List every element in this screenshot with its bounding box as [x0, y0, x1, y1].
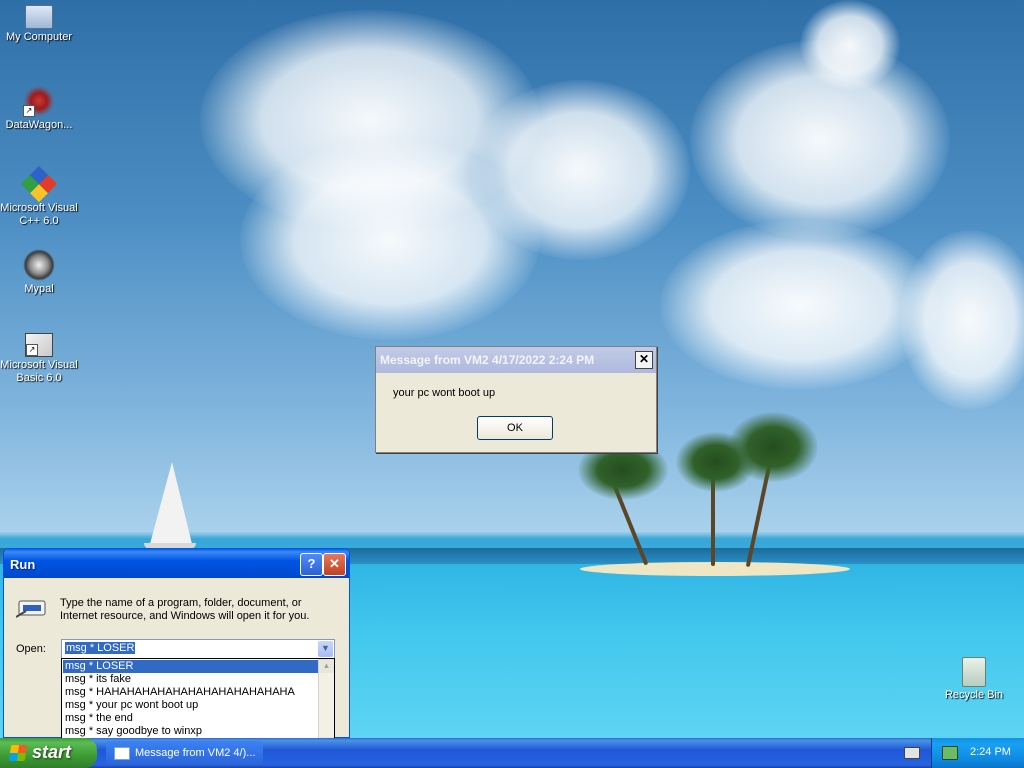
web-icon: ↗ — [23, 85, 55, 117]
open-combobox[interactable]: msg * LOSER ▼ — [61, 639, 335, 659]
desktop-icon-recycle-bin[interactable]: Recycle Bin — [935, 657, 1013, 702]
list-item[interactable]: msg * the end — [63, 712, 320, 725]
visual-basic-icon: ↗ — [25, 333, 53, 357]
clock[interactable]: 2:24 PM — [970, 746, 1011, 758]
mypal-icon — [23, 249, 55, 281]
message-dialog-titlebar[interactable]: Message from VM2 4/17/2022 2:24 PM ✕ — [376, 347, 656, 373]
desktop-icon-datawagon[interactable]: ↗ DataWagon... — [0, 85, 78, 132]
taskbar: start Message from VM2 4/)... 2:24 PM — [0, 738, 1024, 768]
open-input-value[interactable]: msg * LOSER — [65, 642, 136, 654]
windows-logo-icon — [8, 745, 28, 761]
system-tray: 2:24 PM — [931, 738, 1024, 768]
run-icon — [16, 600, 46, 618]
run-dialog-title: Run — [10, 557, 36, 572]
close-button[interactable]: ✕ — [635, 351, 653, 369]
taskbar-button-message[interactable]: Message from VM2 4/)... — [106, 741, 263, 765]
chevron-down-icon[interactable]: ▼ — [318, 641, 333, 657]
shortcut-arrow-icon: ↗ — [23, 105, 35, 117]
list-item[interactable]: msg * say goodbye to winxp — [63, 725, 320, 738]
visual-cpp-icon — [20, 165, 58, 203]
keyboard-icon[interactable] — [904, 747, 920, 759]
run-dialog: Run ? ✕ Type the name of a program, fold… — [3, 548, 350, 752]
message-text: your pc wont boot up — [393, 387, 496, 399]
desktop-icon-my-computer[interactable]: My Computer — [0, 5, 78, 44]
shortcut-arrow-icon: ↗ — [26, 344, 38, 356]
start-button[interactable]: start — [0, 738, 97, 768]
desktop-icon-visual-basic[interactable]: ↗ Microsoft Visual Basic 6.0 — [0, 333, 78, 385]
message-dialog-title: Message from VM2 4/17/2022 2:24 PM — [380, 353, 595, 367]
help-button[interactable]: ? — [300, 553, 323, 576]
close-button[interactable]: ✕ — [323, 553, 346, 576]
list-item[interactable]: msg * LOSER — [63, 660, 320, 673]
run-description: Type the name of a program, folder, docu… — [60, 597, 310, 622]
desktop-icon-visual-cpp[interactable]: Microsoft Visual C++ 6.0 — [0, 165, 78, 228]
desktop-icon-label: Mypal — [24, 283, 54, 295]
desktop-icon-label: Microsoft Visual Basic 6.0 — [0, 359, 78, 384]
desktop-icon-label: Recycle Bin — [944, 689, 1004, 701]
run-dialog-titlebar[interactable]: Run ? ✕ — [4, 549, 349, 578]
list-item[interactable]: msg * your pc wont boot up — [63, 699, 320, 712]
start-label: start — [32, 742, 72, 762]
computer-icon — [25, 5, 53, 29]
taskbar-button-label: Message from VM2 4/)... — [135, 747, 256, 759]
list-item[interactable]: msg * its fake — [63, 673, 320, 686]
window-icon — [114, 747, 130, 760]
network-icon[interactable] — [942, 746, 958, 760]
message-dialog: Message from VM2 4/17/2022 2:24 PM ✕ you… — [375, 346, 657, 453]
desktop-icon-label: Microsoft Visual C++ 6.0 — [0, 202, 78, 227]
desktop-icon-label: DataWagon... — [5, 119, 73, 131]
desktop-icon-label: My Computer — [5, 31, 73, 43]
recycle-bin-icon — [962, 657, 986, 687]
desktop-icon-mypal[interactable]: Mypal — [0, 249, 78, 296]
list-item[interactable]: msg * HAHAHAHAHAHAHAHAHAHAHAHAHA — [63, 686, 320, 699]
scroll-up-icon[interactable]: ▲ — [319, 659, 334, 673]
ok-button[interactable]: OK — [477, 416, 553, 440]
open-label: Open: — [16, 643, 46, 655]
